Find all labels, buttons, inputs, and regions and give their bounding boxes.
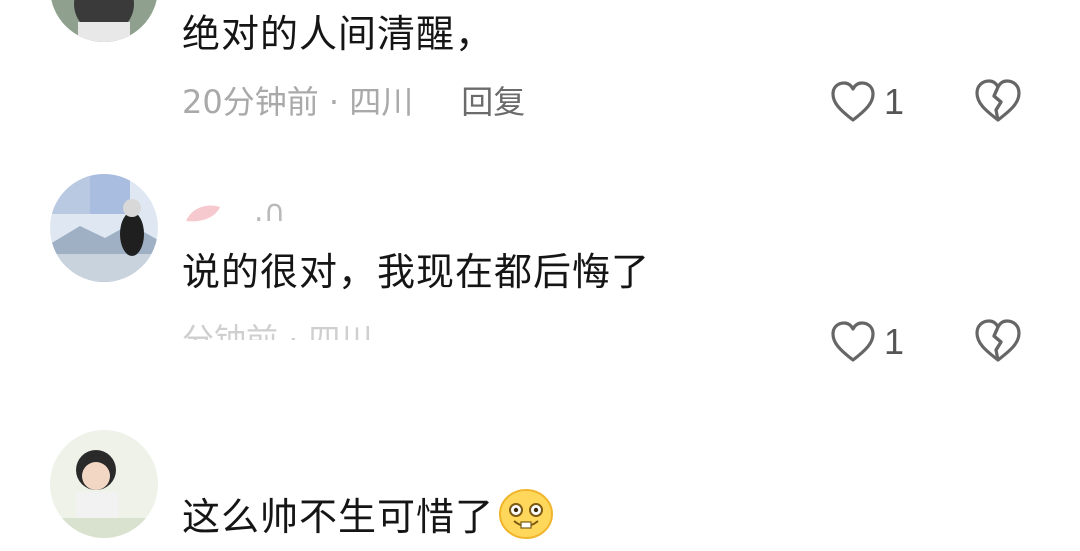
broken-heart-outline-icon <box>975 319 1021 362</box>
reply-button[interactable]: 回复 <box>461 83 525 121</box>
heart-outline-icon <box>831 321 875 362</box>
like-count: 1 <box>884 321 905 362</box>
comment-time: 20分钟前 <box>182 83 319 121</box>
comment-location: 四川 <box>308 321 373 340</box>
heart-outline-icon <box>831 81 875 122</box>
comment-meta: 20分钟前 · 四川 回复 <box>182 82 525 122</box>
like-button[interactable]: 1 <box>830 318 904 366</box>
comment-location: 四川 <box>349 83 414 121</box>
dislike-button[interactable] <box>974 78 1022 126</box>
broken-heart-outline-icon <box>975 79 1021 122</box>
meta-separator: · <box>278 321 309 340</box>
comment-text: 这么帅不生可惜了 <box>182 488 554 551</box>
username[interactable]: .∩ <box>182 192 286 232</box>
comment-item: .∩ 说的很对，我现在都后悔了 分钟前 · 四川 1 <box>0 170 1080 380</box>
avatar[interactable] <box>50 0 158 42</box>
comment-time: 分钟前 <box>182 321 279 340</box>
comment-item: 这么帅不生可惜了 <box>0 420 1080 544</box>
meta-separator: · <box>318 83 350 121</box>
badge-icon <box>186 205 220 221</box>
dislike-button[interactable] <box>974 318 1022 366</box>
like-count: 1 <box>884 81 905 122</box>
avatar[interactable] <box>50 174 158 282</box>
comment-item: 绝对的人间清醒， 20分钟前 · 四川 回复 1 <box>0 0 1080 150</box>
avatar[interactable] <box>50 430 158 538</box>
comment-meta: 分钟前 · 四川 <box>182 320 373 340</box>
like-button[interactable]: 1 <box>830 78 904 126</box>
comment-text: 绝对的人间清醒， <box>182 12 495 56</box>
grinning-emoji-icon <box>498 488 554 551</box>
comment-text: 说的很对，我现在都后悔了 <box>182 250 651 294</box>
